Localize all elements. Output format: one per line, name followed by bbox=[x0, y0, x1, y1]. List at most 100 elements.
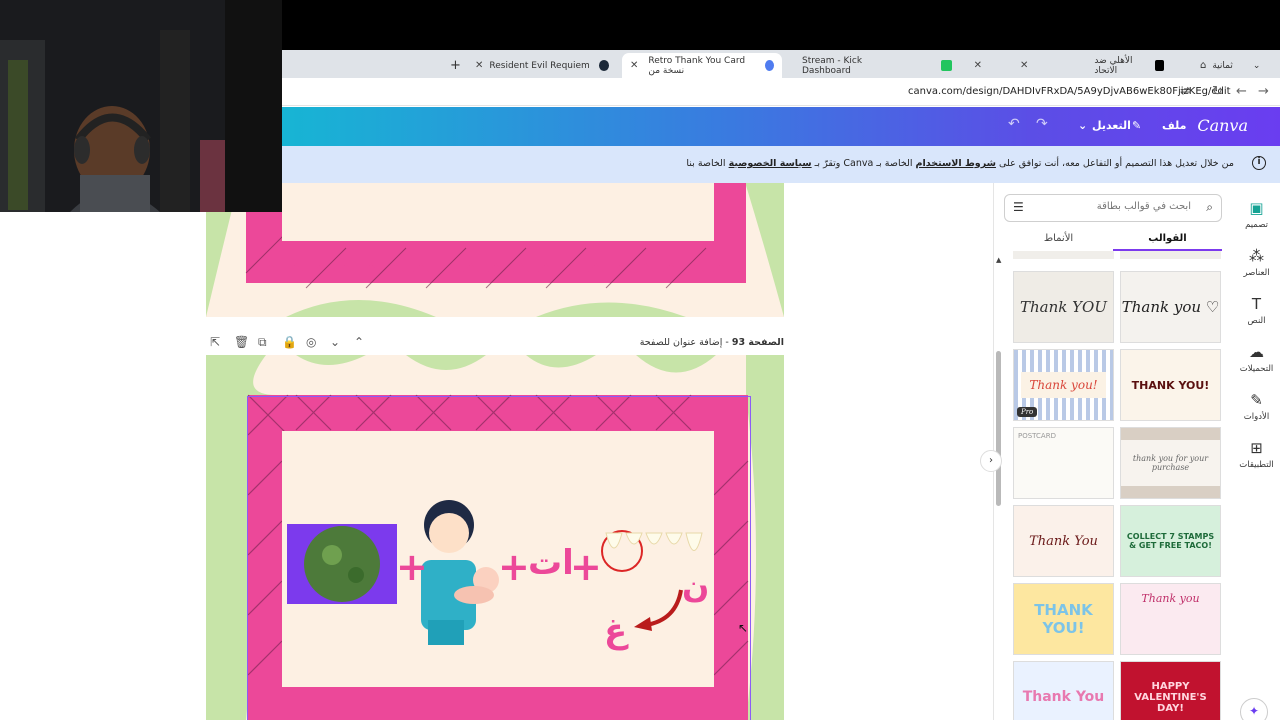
thumbnail-text: Thank you ♡ bbox=[1121, 298, 1220, 316]
search-icon: ⌕ bbox=[1206, 200, 1213, 214]
mouse-cursor-icon: ↖ bbox=[738, 621, 749, 635]
template-search[interactable]: ⌕ ☰ bbox=[1004, 194, 1222, 222]
delete-icon[interactable]: 🗑 bbox=[234, 335, 249, 349]
template-thumbnail[interactable]: THANK YOU! bbox=[1013, 583, 1114, 655]
reload-icon[interactable]: ↻ bbox=[1212, 84, 1223, 99]
templates-panel: ⌕ ☰ القوالب الأنماط ▲ Thank YOU Thank yo… bbox=[993, 183, 1233, 720]
template-thumbnail[interactable]: Thank You bbox=[1013, 661, 1114, 720]
thumbnail-text: THANK YOU! bbox=[1034, 601, 1093, 637]
consent-banner: i من خلال تعديل هذا التصميم أو التفاعل م… bbox=[282, 146, 1280, 183]
plus-sign: + bbox=[570, 545, 602, 589]
template-thumbnail[interactable]: Thank YOU bbox=[1013, 271, 1114, 343]
chevron-down-icon[interactable]: ⌄ bbox=[330, 335, 340, 349]
collapse-panel-button[interactable]: › bbox=[980, 450, 1002, 472]
template-thumbnail[interactable]: thank you for your purchase bbox=[1120, 427, 1221, 499]
banner-prefix: من خلال تعديل هذا التصميم أو التفاعل معه… bbox=[999, 158, 1234, 169]
thumbnail-text: Thank You bbox=[1022, 689, 1105, 705]
template-thumbnail[interactable]: Thank you ♡ bbox=[1120, 271, 1221, 343]
duplicate-icon[interactable]: ⧉ bbox=[258, 335, 267, 350]
address-bar: ⇌ canva.com/design/DAHDIvFRxDA/5A9yDjvAB… bbox=[282, 78, 1280, 106]
canva-icon bbox=[765, 60, 774, 71]
panel-scrollbar[interactable] bbox=[996, 351, 1001, 506]
file-menu[interactable]: ملف bbox=[1162, 119, 1186, 132]
banner-text: من خلال تعديل هذا التصميم أو التفاعل معه… bbox=[686, 158, 1234, 169]
url-field[interactable]: canva.com/design/DAHDIvFRxDA/5A9yDjvAB6w… bbox=[908, 86, 1231, 97]
template-thumbnail[interactable]: THANK YOU! bbox=[1120, 349, 1221, 421]
forward-icon[interactable]: → bbox=[1258, 84, 1269, 99]
info-icon: i bbox=[1252, 156, 1266, 170]
home-icon: ⌂ bbox=[1200, 60, 1207, 71]
thumbnail-text: Thank You bbox=[1029, 533, 1098, 549]
rail-elements[interactable]: ⁂ العناصر bbox=[1233, 247, 1280, 278]
tab-kick-dashboard[interactable]: Stream - Kick Dashboard ✕ bbox=[790, 53, 990, 78]
current-page[interactable]: + + ات + ن غ bbox=[206, 355, 784, 720]
thumbnail-text: COLLECT 7 STAMPS & GET FREE TACO! bbox=[1126, 532, 1215, 550]
scroll-up-icon[interactable]: ▲ bbox=[996, 256, 1001, 264]
hide-icon[interactable]: ◎ bbox=[306, 335, 316, 349]
template-thumbnail[interactable]: Thank you! Pro bbox=[1013, 349, 1114, 421]
pro-badge: Pro bbox=[1017, 407, 1038, 417]
rail-design[interactable]: ▣ تصميم bbox=[1233, 199, 1280, 230]
magic-assistant-icon[interactable]: ✦ bbox=[1240, 698, 1268, 720]
side-rail: ▣ تصميم ⁂ العناصر T النص ☁ التحميلات ✎ ا… bbox=[1233, 183, 1280, 720]
arabic-letter-noon: ن bbox=[682, 567, 710, 605]
plus-icon: + bbox=[450, 58, 461, 73]
canva-header: ↶ ↷ ⌄ التعديل ✎ ملف Canva bbox=[282, 107, 1280, 146]
template-thumbnail[interactable]: POSTCARD bbox=[1013, 427, 1114, 499]
banner-suffix: الخاصة بنا bbox=[686, 158, 726, 169]
rail-uploads[interactable]: ☁ التحميلات bbox=[1233, 343, 1280, 374]
tab-templates[interactable]: القوالب bbox=[1113, 233, 1222, 251]
close-icon[interactable]: ✕ bbox=[1020, 60, 1028, 71]
canva-logo[interactable]: Canva bbox=[1197, 116, 1248, 135]
template-thumbnail[interactable]: COLLECT 7 STAMPS & GET FREE TACO! bbox=[1120, 505, 1221, 577]
terms-link[interactable]: شروط الاستخدام bbox=[916, 158, 996, 169]
tab-label: ثمانية bbox=[1212, 60, 1233, 71]
undo-icon[interactable]: ↶ bbox=[1008, 116, 1020, 132]
tab-label: Stream - Kick Dashboard bbox=[802, 55, 863, 76]
thumbnail-text: HAPPY VALENTINE'S DAY! bbox=[1134, 680, 1207, 714]
chevron-up-icon[interactable]: ⌃ bbox=[354, 335, 364, 349]
arabic-letter-ghain: غ bbox=[604, 611, 628, 651]
tab-ahli[interactable]: ✕ الأهلي ضد الاتحاد bbox=[1012, 53, 1172, 78]
thumbnail-text: thank you for your purchase bbox=[1121, 440, 1220, 486]
template-thumbnail[interactable]: Thank you bbox=[1120, 583, 1221, 655]
search-input[interactable] bbox=[1041, 201, 1191, 212]
tab-steam[interactable]: ✕ Resident Evil Requiem على Steam bbox=[467, 53, 617, 78]
panel-tabs: القوالب الأنماط bbox=[1004, 229, 1222, 253]
rail-label: الأدوات bbox=[1243, 412, 1270, 422]
tab-styles[interactable]: الأنماط bbox=[1004, 233, 1113, 244]
back-icon[interactable]: ← bbox=[1236, 84, 1247, 99]
lock-icon[interactable]: 🔒 bbox=[282, 335, 297, 349]
privacy-link[interactable]: سياسة الخصوصية bbox=[729, 158, 812, 169]
edit-menu[interactable]: التعديل bbox=[1092, 119, 1131, 132]
card-background bbox=[206, 355, 784, 720]
page-label[interactable]: الصفحة 93 - إضافة عنوان للصفحة bbox=[640, 337, 784, 348]
close-icon[interactable]: ✕ bbox=[475, 60, 483, 71]
thumbnail-text: Thank you! bbox=[1021, 372, 1106, 398]
tab-canva-active[interactable]: ✕ Retro Thank You Card نسخة من bbox=[622, 53, 782, 78]
rail-apps[interactable]: ⊞ التطبيقات bbox=[1233, 439, 1280, 470]
rail-text[interactable]: T النص bbox=[1233, 295, 1280, 326]
rail-label: التطبيقات bbox=[1239, 460, 1274, 470]
plus-sign: + bbox=[498, 545, 530, 589]
page-title-placeholder[interactable]: - إضافة عنوان للصفحة bbox=[640, 337, 729, 348]
tab-thamania[interactable]: ⌂ ثمانية ⌄ bbox=[1192, 53, 1280, 78]
new-tab-button[interactable]: + bbox=[442, 53, 462, 78]
chevron-down-icon[interactable]: ⌄ bbox=[1253, 61, 1261, 71]
previous-page[interactable] bbox=[206, 183, 784, 317]
add-note-icon[interactable]: ⇱ bbox=[210, 335, 220, 349]
redo-icon[interactable]: ↷ bbox=[1036, 116, 1048, 132]
template-thumbnail[interactable]: HAPPY VALENTINE'S DAY! bbox=[1120, 661, 1221, 720]
chevron-down-icon[interactable]: ⌄ bbox=[1078, 119, 1087, 132]
close-icon[interactable]: ✕ bbox=[974, 60, 982, 71]
thumbnail-text: THANK YOU! bbox=[1131, 378, 1210, 392]
template-thumbnail[interactable]: Thank You bbox=[1013, 505, 1114, 577]
close-icon[interactable]: ✕ bbox=[630, 60, 638, 71]
browser-tab-bar: ⌂ ثمانية ⌄ ✕ الأهلي ضد الاتحاد Stream - … bbox=[282, 50, 1280, 78]
filter-icon[interactable]: ☰ bbox=[1013, 200, 1024, 214]
canvas-workspace[interactable]: ⇱ 🗑 ⧉ 🔒 ◎ ⌄ ⌃ الصفحة 93 - إضافة عنوان لل… bbox=[0, 183, 993, 720]
template-thumbnail-cut[interactable] bbox=[1013, 251, 1114, 259]
rail-tools[interactable]: ✎ الأدوات bbox=[1233, 391, 1280, 422]
template-thumbnail-cut[interactable] bbox=[1120, 251, 1221, 259]
tools-icon: ✎ bbox=[1250, 391, 1263, 409]
